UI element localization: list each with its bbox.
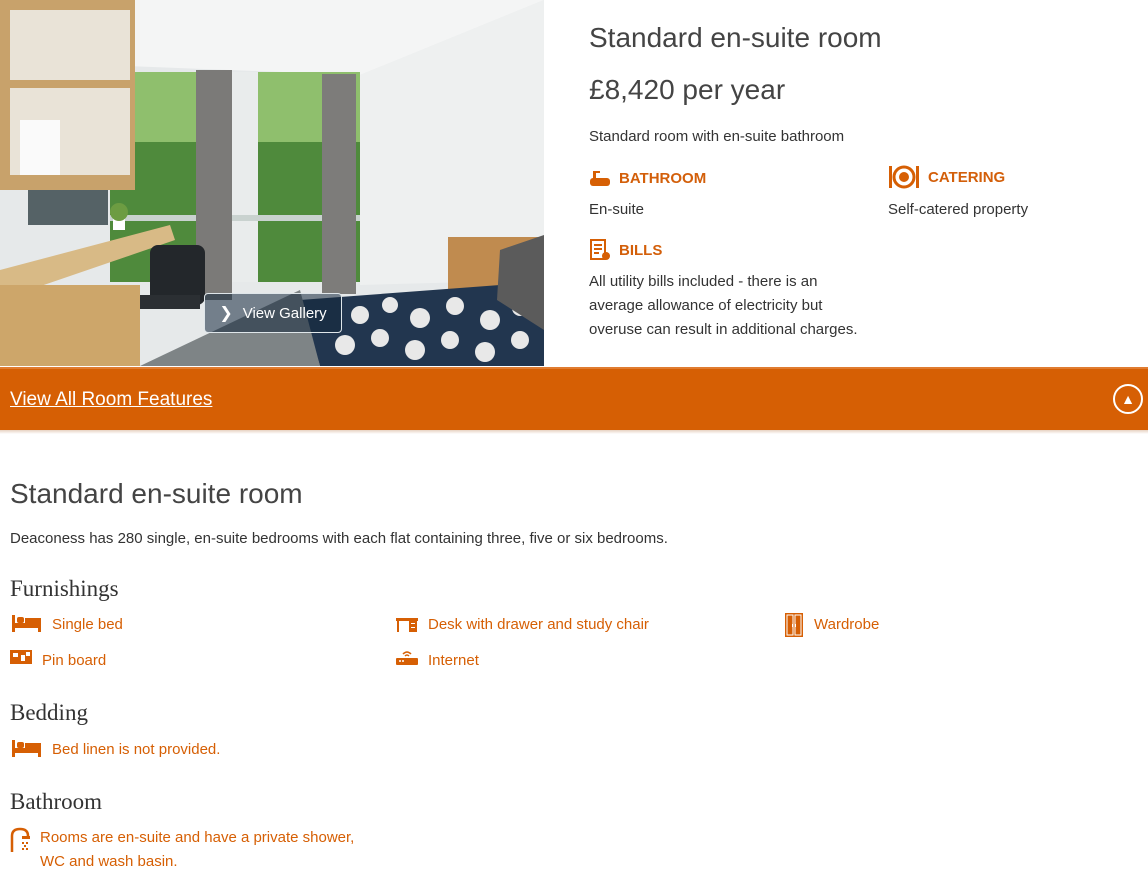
bill-icon (590, 239, 610, 260)
amenity-label: Rooms are en-suite and have a private sh… (40, 826, 354, 874)
collapse-toggle-button[interactable]: ▲ (1113, 384, 1143, 414)
room-features-bar: View All Room Features ▲ (0, 367, 1148, 430)
feature-bills-value: All utility bills included - there is an… (589, 270, 879, 342)
details-description: Deaconess has 280 single, en-suite bedro… (10, 530, 668, 547)
bills-line: average allowance of electricity but (589, 297, 823, 314)
amenity-wardrobe: Wardrobe (784, 613, 879, 637)
amenity-internet: Internet (396, 649, 479, 673)
bathroom-heading: Bathroom (10, 789, 102, 814)
view-all-room-features-link[interactable]: View All Room Features (10, 389, 212, 411)
chevron-up-icon: ▲ (1121, 391, 1135, 407)
feature-catering-value: Self-catered property (888, 201, 1029, 218)
feature-bills: BILLS (589, 239, 662, 261)
view-gallery-label: View Gallery (242, 304, 327, 322)
shower-line: Rooms are en-suite and have a private sh… (40, 829, 355, 846)
bills-line: All utility bills included - there is an (589, 273, 818, 290)
amenity-label: Pin board (42, 652, 107, 669)
amenity-label: Bed linen is not provided. (52, 741, 221, 758)
plate-cutlery-icon (889, 165, 919, 189)
bedding-heading: Bedding (10, 700, 88, 725)
details-title: Standard en-suite room (10, 478, 303, 509)
furnishings-heading: Furnishings (10, 576, 119, 601)
feature-bathroom: BATHROOM (589, 168, 706, 188)
amenity-single-bed: Single bed (12, 613, 123, 637)
amenity-label: Wardrobe (814, 616, 880, 633)
amenity-label: Single bed (52, 616, 123, 633)
amenity-label: Internet (428, 652, 479, 669)
amenity-pin-board: Pin board (10, 649, 106, 673)
router-icon (396, 651, 418, 665)
desk-icon (396, 618, 418, 632)
bath-icon (590, 171, 610, 186)
pin-board-icon (10, 650, 32, 664)
amenity-desk: Desk with drawer and study chair (396, 613, 649, 637)
feature-catering-label: CATERING (928, 168, 1006, 186)
room-title: Standard en-suite room (589, 22, 882, 53)
bed-icon (12, 740, 41, 757)
divider (0, 430, 1148, 434)
amenity-shower: Rooms are en-suite and have a private sh… (10, 826, 354, 874)
feature-bathroom-value: En-suite (589, 201, 645, 218)
feature-bills-label: BILLS (619, 241, 663, 259)
shower-icon (10, 827, 30, 852)
amenity-label: Desk with drawer and study chair (428, 616, 649, 633)
room-photo: ❯ View Gallery (0, 0, 544, 366)
shower-line: WC and wash basin. (40, 853, 178, 870)
chevron-right-icon: ❯ (219, 305, 233, 322)
feature-catering: CATERING (888, 165, 1005, 189)
bed-icon (12, 615, 41, 632)
bills-line: overuse can result in additional charges… (589, 321, 858, 338)
view-gallery-button[interactable]: ❯ View Gallery (204, 293, 342, 333)
room-summary: ❯ View Gallery Standard en-suite room £8… (0, 0, 1148, 366)
room-description: Standard room with en-suite bathroom (589, 128, 845, 145)
room-price: £8,420 per year (589, 74, 786, 105)
feature-bathroom-label: BATHROOM (619, 169, 707, 187)
amenity-bed-linen: Bed linen is not provided. (12, 738, 220, 762)
wardrobe-icon (785, 613, 803, 637)
